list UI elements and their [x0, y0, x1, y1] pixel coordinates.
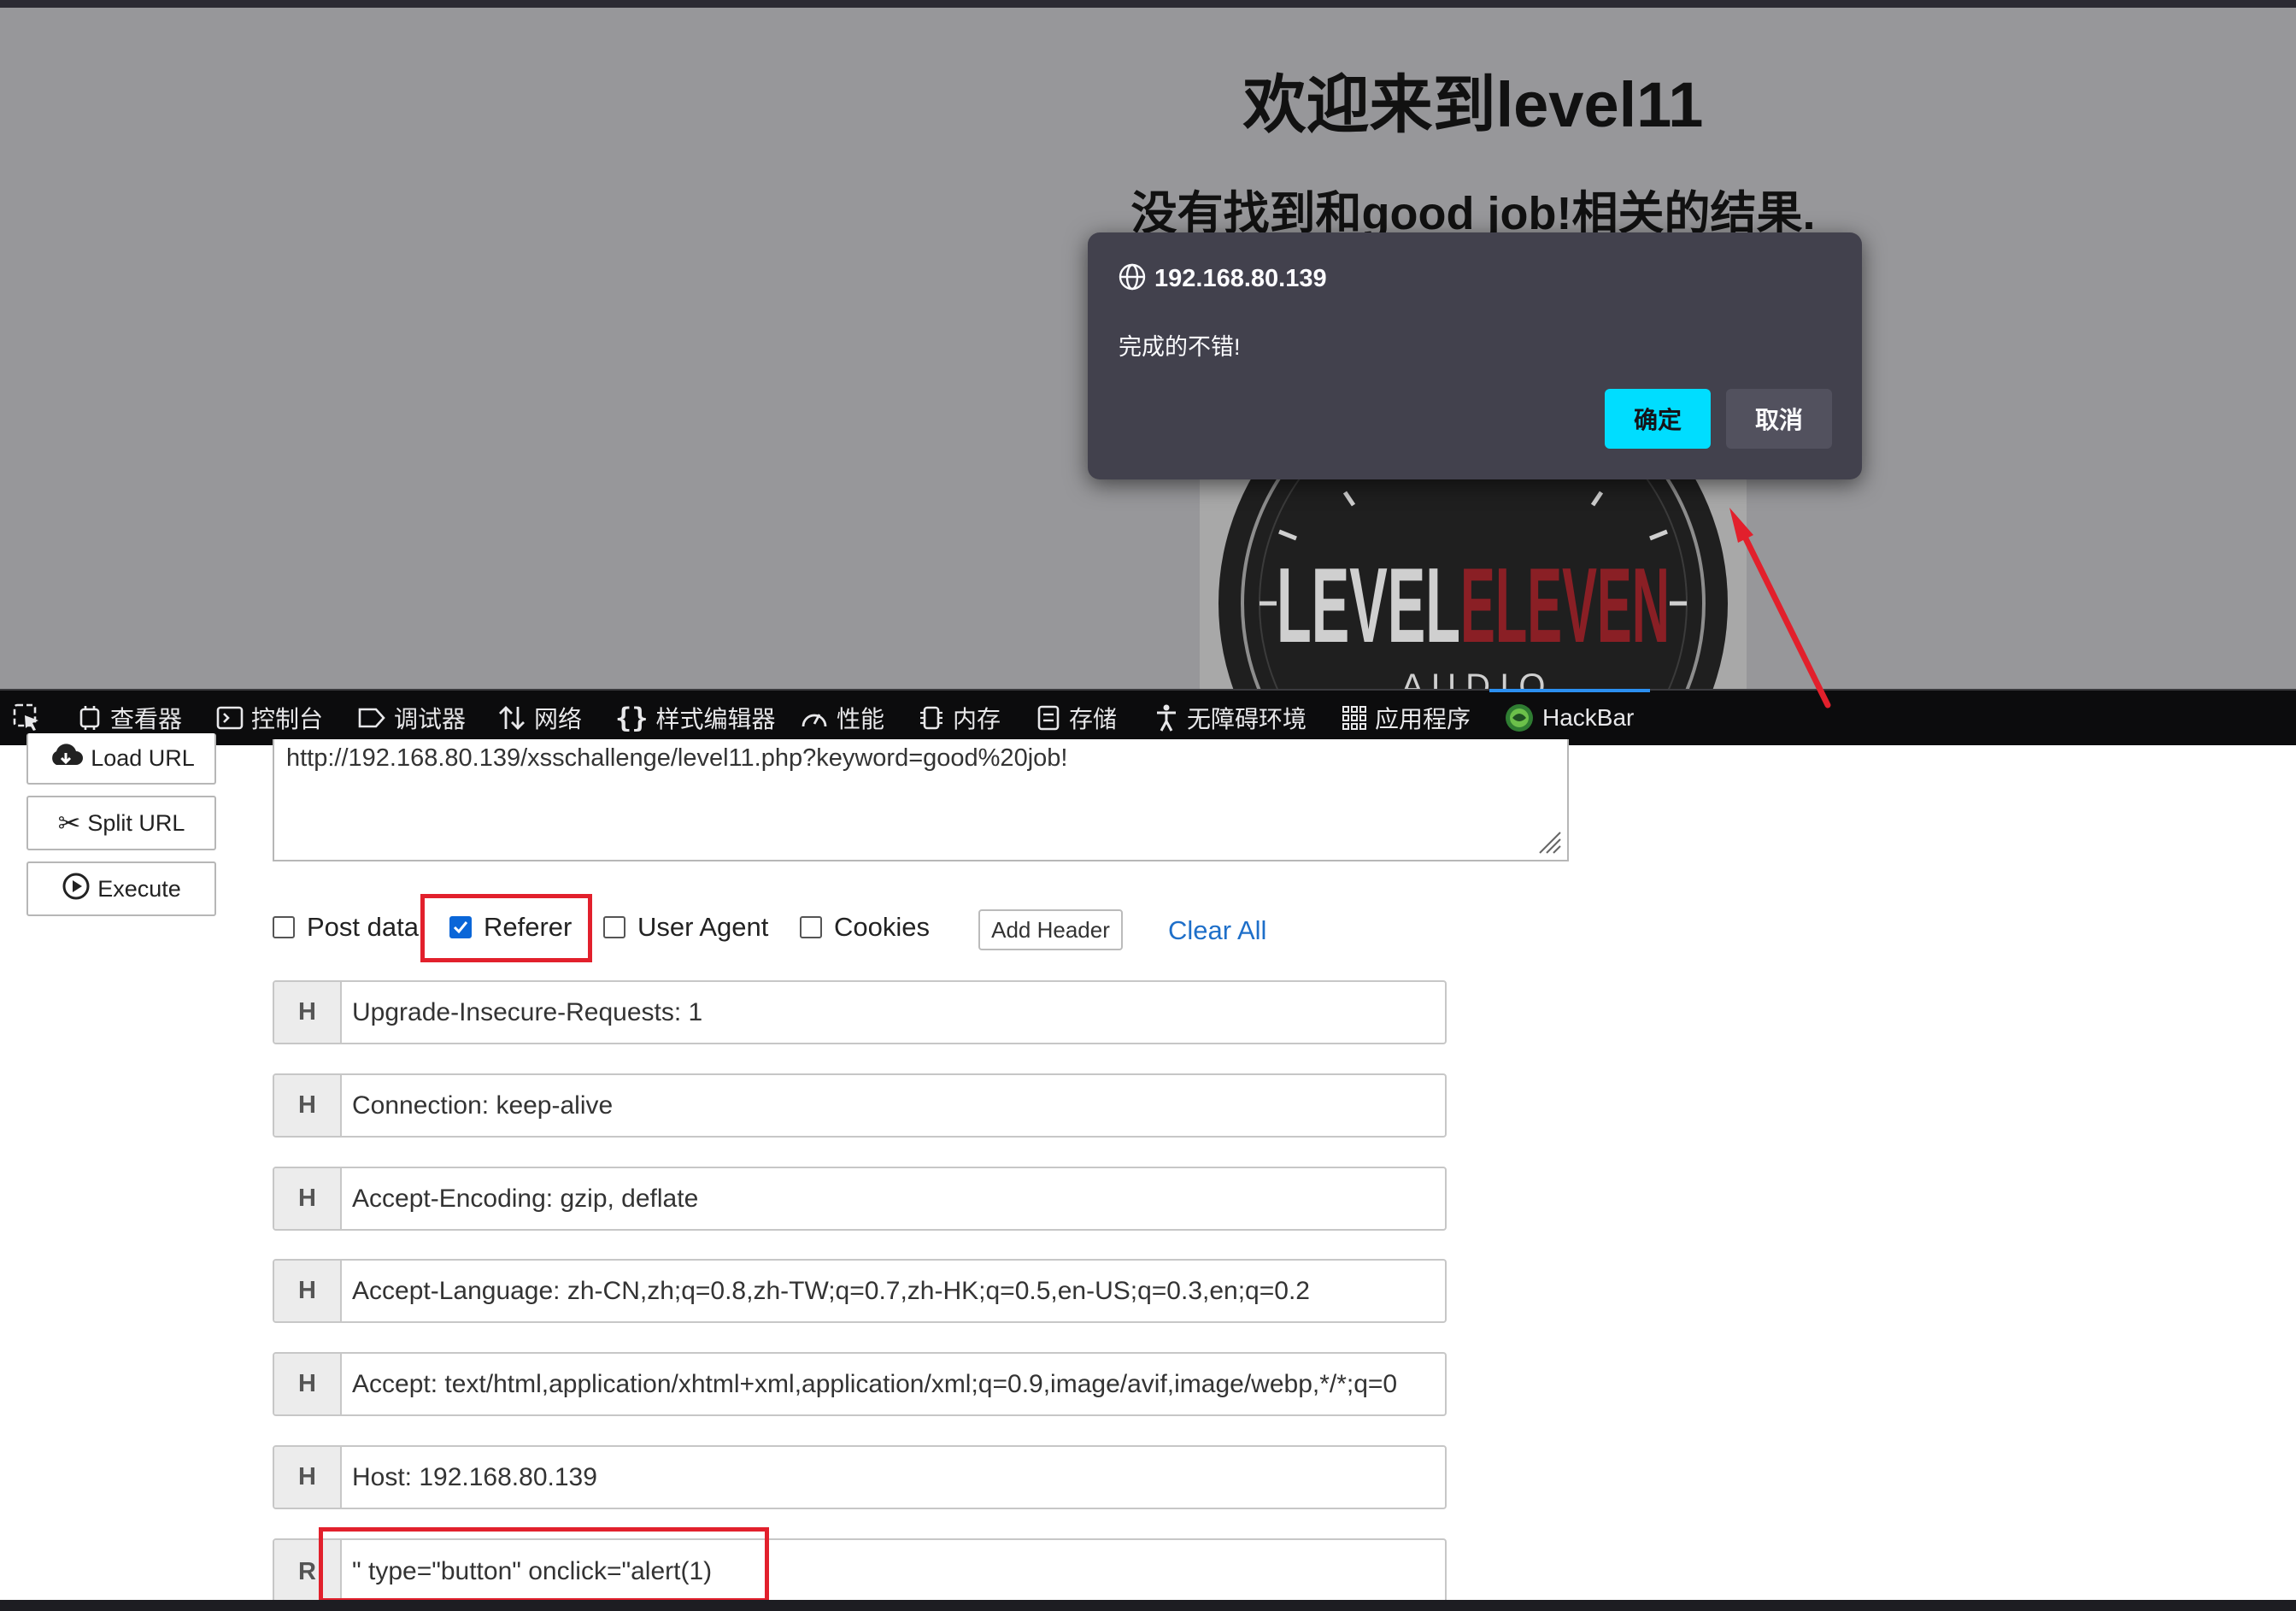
user-agent-checkbox[interactable]	[603, 916, 625, 938]
header-input[interactable]: Accept: text/html,application/xhtml+xml,…	[352, 1354, 1397, 1414]
header-row: H Connection: keep-alive	[273, 1073, 1447, 1138]
tab-console[interactable]: 控制台	[216, 691, 323, 745]
execute-label: Execute	[97, 875, 181, 902]
globe-icon	[1119, 263, 1146, 295]
tab-memory[interactable]: 内存	[918, 691, 1001, 745]
header-prefix: H	[274, 1168, 342, 1229]
style-editor-icon: {}	[615, 702, 649, 734]
alert-header: 192.168.80.139	[1119, 263, 1327, 295]
tab-console-label: 控制台	[251, 706, 324, 732]
tab-application[interactable]: 应用程序	[1342, 691, 1471, 745]
debugger-icon	[357, 705, 386, 731]
header-row: H Accept-Language: zh-CN,zh;q=0.8,zh-TW;…	[273, 1259, 1447, 1323]
clear-all-link[interactable]: Clear All	[1168, 915, 1266, 946]
load-url-button[interactable]: Load URL	[26, 733, 216, 785]
tab-hackbar[interactable]: HackBar	[1489, 689, 1650, 745]
bottom-edge	[0, 1600, 2296, 1611]
referer-highlight-box	[420, 894, 592, 962]
tab-performance-label: 性能	[837, 706, 885, 732]
alert-host: 192.168.80.139	[1154, 265, 1327, 292]
tab-performance[interactable]: 性能	[800, 691, 884, 745]
element-picker-icon	[12, 703, 43, 733]
inspector-icon	[77, 705, 103, 731]
storage-icon	[1036, 704, 1061, 732]
post-data-label: Post data	[307, 912, 419, 942]
hackbar-icon	[1504, 703, 1535, 733]
header-input[interactable]: Upgrade-Insecure-Requests: 1	[352, 982, 702, 1043]
user-agent-option[interactable]: User Agent	[603, 912, 768, 943]
page-viewport: 欢迎来到level11 没有找到和good job!相关的结果. LEVEL E…	[0, 8, 2296, 689]
header-row: H Accept: text/html,application/xhtml+xm…	[273, 1352, 1447, 1416]
tab-debugger[interactable]: 调试器	[357, 691, 466, 745]
accessibility-icon	[1154, 703, 1179, 732]
header-input[interactable]: Accept-Language: zh-CN,zh;q=0.8,zh-TW;q=…	[352, 1261, 1310, 1321]
load-url-label: Load URL	[91, 744, 195, 771]
header-prefix: H	[274, 1261, 342, 1321]
logo-text-eleven: ELEVEN	[1460, 547, 1670, 665]
header-row: H Host: 192.168.80.139	[273, 1445, 1447, 1509]
cookies-label: Cookies	[834, 912, 930, 942]
header-input[interactable]: Connection: keep-alive	[352, 1075, 613, 1136]
header-prefix: H	[274, 1075, 342, 1136]
tab-debugger-label: 调试器	[394, 706, 467, 732]
header-prefix: H	[274, 1447, 342, 1508]
tab-network[interactable]: 网络	[497, 691, 582, 745]
split-url-button[interactable]: ✂ Split URL	[26, 796, 216, 850]
header-input[interactable]: Accept-Encoding: gzip, deflate	[352, 1168, 698, 1229]
alert-dialog: 192.168.80.139 完成的不错! 确定 取消	[1088, 232, 1862, 479]
resize-handle-icon[interactable]	[1536, 829, 1562, 855]
tab-storage[interactable]: 存储	[1036, 691, 1117, 745]
tab-application-label: 应用程序	[1375, 706, 1471, 732]
header-prefix: H	[274, 982, 342, 1043]
tab-accessibility-label: 无障碍环境	[1187, 706, 1307, 732]
alert-ok-button[interactable]: 确定	[1605, 389, 1711, 449]
performance-icon	[800, 705, 829, 731]
scissors-icon: ✂	[57, 808, 81, 838]
tab-hackbar-label: HackBar	[1542, 704, 1635, 731]
logo-subtext: A U D I O	[1401, 667, 1546, 689]
level-eleven-logo: LEVEL ELEVEN A U D I O	[1200, 467, 1747, 689]
execute-button[interactable]: Execute	[26, 861, 216, 916]
logo-text-level: LEVEL	[1277, 547, 1460, 665]
user-agent-label: User Agent	[637, 912, 769, 942]
header-prefix: H	[274, 1354, 342, 1414]
tab-accessibility[interactable]: 无障碍环境	[1154, 691, 1307, 745]
browser-top-strip	[0, 0, 2296, 8]
active-tab-indicator	[1489, 689, 1650, 692]
add-header-button[interactable]: Add Header	[978, 909, 1123, 950]
console-icon	[216, 705, 244, 731]
tab-inspector-label: 查看器	[110, 706, 183, 732]
tab-storage-label: 存储	[1069, 706, 1118, 732]
play-circle-icon	[62, 872, 91, 907]
memory-icon	[918, 704, 945, 732]
cookies-checkbox[interactable]	[800, 916, 822, 938]
page-heading: 欢迎来到level11	[1242, 69, 1704, 140]
url-textarea[interactable]: http://192.168.80.139/xsschallenge/level…	[273, 739, 1569, 861]
application-icon	[1342, 705, 1367, 731]
network-icon	[497, 704, 526, 732]
header-input[interactable]: Host: 192.168.80.139	[352, 1447, 597, 1508]
devtools-toolbar: 查看器 控制台 调试器 网络 {} 样式编辑器 性能 内存 存储 无障碍环境 应…	[0, 689, 2296, 745]
alert-message: 完成的不错!	[1119, 334, 1241, 360]
alert-cancel-button[interactable]: 取消	[1726, 389, 1832, 449]
payload-highlight-box	[319, 1527, 769, 1602]
cloud-download-icon	[48, 743, 84, 774]
tab-style-editor[interactable]: {} 样式编辑器	[615, 691, 776, 745]
header-row: H Accept-Encoding: gzip, deflate	[273, 1167, 1447, 1231]
tab-memory-label: 内存	[953, 706, 1001, 732]
cookies-option[interactable]: Cookies	[800, 912, 930, 943]
header-row: H Upgrade-Insecure-Requests: 1	[273, 980, 1447, 1044]
url-value: http://192.168.80.139/xsschallenge/level…	[286, 744, 1068, 772]
split-url-label: Split URL	[87, 809, 185, 836]
tab-network-label: 网络	[534, 706, 583, 732]
post-data-option[interactable]: Post data	[273, 912, 419, 943]
tab-style-editor-label: 样式编辑器	[655, 706, 776, 732]
post-data-checkbox[interactable]	[273, 916, 295, 938]
